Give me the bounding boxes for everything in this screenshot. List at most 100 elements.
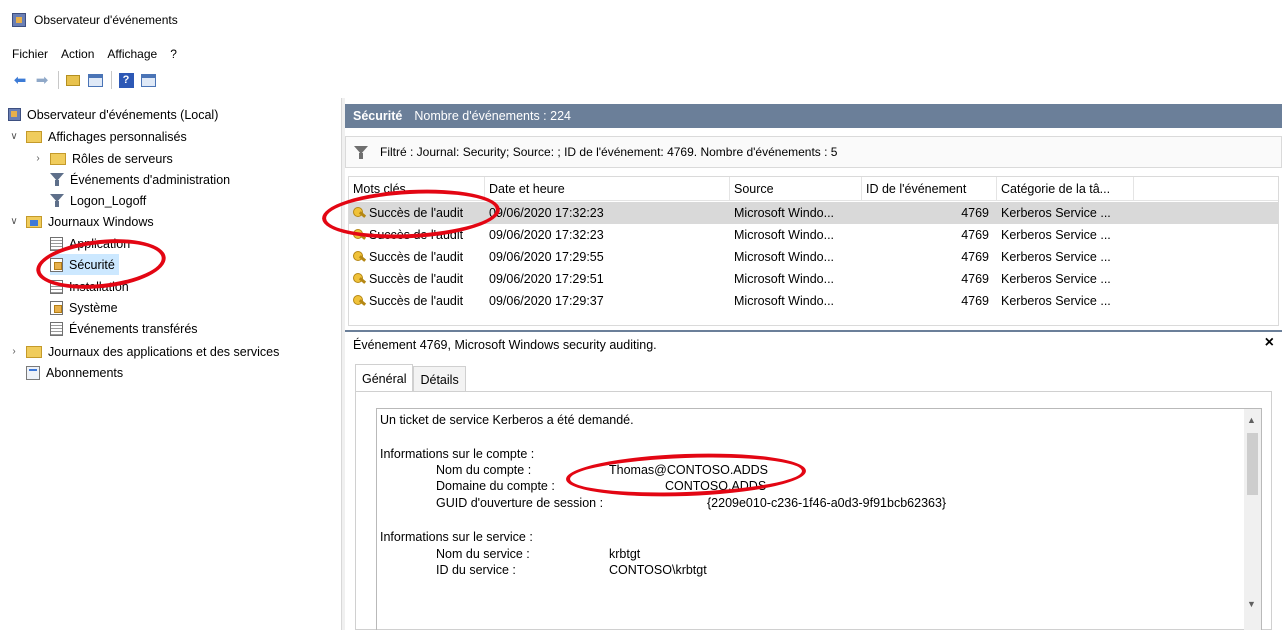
cell-event-id: 4769 xyxy=(961,272,989,286)
show-hide-tree-button[interactable] xyxy=(85,70,105,90)
cell-keyword: Succès de l'audit xyxy=(349,206,485,220)
tree-item-label: Abonnements xyxy=(46,365,124,380)
events-table: Mots clés Date et heure Source ID de l'é… xyxy=(348,176,1279,326)
toolbar-separator xyxy=(111,71,112,89)
event-viewer-icon xyxy=(12,13,26,27)
tree-item-server-roles[interactable]: › Rôles de serveurs xyxy=(32,148,172,169)
forward-button[interactable]: ➡ xyxy=(32,70,52,90)
tree-item-label: Observateur d'événements (Local) xyxy=(27,107,219,122)
up-folder-button[interactable] xyxy=(63,70,83,90)
cell-category: Kerberos Service ... xyxy=(1001,206,1111,220)
chevron-down-icon[interactable]: ∨ xyxy=(8,131,20,142)
tree-item-windows-logs[interactable]: ∨ Journaux Windows xyxy=(8,211,154,232)
account-name-value: Thomas@CONTOSO.ADDS xyxy=(609,463,769,477)
table-row[interactable]: Succès de l'audit 09/06/2020 17:29:55 Mi… xyxy=(349,246,1278,268)
tree-item-subscriptions[interactable]: Abonnements xyxy=(26,362,123,383)
cell-category: Kerberos Service ... xyxy=(1001,250,1111,264)
tree-item-label: Système xyxy=(69,300,118,315)
filter-bar: Filtré : Journal: Security; Source: ; ID… xyxy=(345,136,1282,168)
table-row[interactable]: Succès de l'audit 09/06/2020 17:29:37 Mi… xyxy=(349,290,1278,312)
tab-general[interactable]: Général xyxy=(355,364,414,392)
tree-item-logon-logoff[interactable]: Logon_Logoff xyxy=(50,190,146,211)
tree-item-security[interactable]: Sécurité xyxy=(50,254,119,275)
tree-item-system[interactable]: Système xyxy=(50,297,118,318)
cell-keyword: Succès de l'audit xyxy=(349,250,485,264)
menu-action[interactable]: Action xyxy=(61,47,94,61)
general-tab-panel: Un ticket de service Kerberos a été dema… xyxy=(355,391,1272,630)
tree-item-installation[interactable]: Installation xyxy=(50,276,129,297)
tree-item-label: Journaux Windows xyxy=(48,214,154,229)
column-keywords[interactable]: Mots clés xyxy=(349,177,485,201)
folder-up-icon xyxy=(66,74,80,86)
tree-item-application[interactable]: Application xyxy=(50,233,130,254)
event-description-box[interactable]: Un ticket de service Kerberos a été dema… xyxy=(376,408,1262,630)
account-domain-value: CONTOSO.ADDS xyxy=(665,479,767,493)
tree-item-label: Logon_Logoff xyxy=(70,193,147,208)
scroll-up-icon[interactable]: ▲ xyxy=(1247,415,1256,425)
tree-item-custom-views[interactable]: ∨ Affichages personnalisés xyxy=(8,126,187,147)
arrow-right-icon: ➡ xyxy=(35,71,49,89)
column-task-category[interactable]: Catégorie de la tâ... xyxy=(997,177,1134,201)
help-button[interactable]: ? xyxy=(116,70,136,90)
cell-datetime: 09/06/2020 17:32:23 xyxy=(489,228,604,242)
menu-file[interactable]: Fichier xyxy=(12,47,48,61)
tab-details[interactable]: Détails xyxy=(413,366,466,392)
column-date-time[interactable]: Date et heure xyxy=(485,177,730,201)
tree-item-root[interactable]: Observateur d'événements (Local) xyxy=(8,104,218,125)
column-event-id[interactable]: ID de l'événement xyxy=(862,177,997,201)
service-name-value: krbtgt xyxy=(609,547,641,561)
menu-view[interactable]: Affichage xyxy=(107,47,157,61)
cell-datetime: 09/06/2020 17:29:55 xyxy=(489,250,604,264)
table-row[interactable]: Succès de l'audit 09/06/2020 17:32:23 Mi… xyxy=(349,202,1278,224)
close-icon[interactable]: × xyxy=(1265,334,1274,352)
service-section-heading: Informations sur le service : xyxy=(380,530,533,544)
log-icon xyxy=(50,321,63,336)
filter-icon xyxy=(354,145,368,159)
service-id-label: ID du service : xyxy=(436,563,516,577)
vertical-scrollbar[interactable]: ▲ ▼ xyxy=(1244,409,1261,630)
action-pane-button[interactable] xyxy=(138,70,158,90)
cell-keyword: Succès de l'audit xyxy=(349,272,485,286)
keyword-text: Succès de l'audit xyxy=(369,206,464,220)
cell-datetime: 09/06/2020 17:29:51 xyxy=(489,272,604,286)
back-button[interactable]: ⬅ xyxy=(10,70,30,90)
cell-source: Microsoft Windo... xyxy=(734,228,835,242)
cell-category: Kerberos Service ... xyxy=(1001,294,1111,308)
folder-icon xyxy=(26,130,42,143)
service-name-label: Nom du service : xyxy=(436,547,530,561)
tree-item-label: Sécurité xyxy=(69,257,115,272)
results-pane: Sécurité Nombre d'événements : 224 Filtr… xyxy=(345,104,1282,630)
keyword-text: Succès de l'audit xyxy=(369,228,464,242)
filter-description: Filtré : Journal: Security; Source: ; ID… xyxy=(380,145,838,159)
cell-event-id: 4769 xyxy=(961,206,989,220)
tree-item-app-services-logs[interactable]: › Journaux des applications et des servi… xyxy=(8,341,279,362)
window-title: Observateur d'événements xyxy=(34,13,178,27)
system-log-icon xyxy=(50,300,63,315)
table-header: Mots clés Date et heure Source ID de l'é… xyxy=(349,177,1278,201)
table-row[interactable]: Succès de l'audit 09/06/2020 17:32:23 Mi… xyxy=(349,224,1278,246)
chevron-right-icon[interactable]: › xyxy=(32,153,44,164)
scroll-down-icon[interactable]: ▼ xyxy=(1247,599,1256,609)
tree-item-forwarded-events[interactable]: Événements transférés xyxy=(50,318,198,339)
keyword-text: Succès de l'audit xyxy=(369,294,464,308)
cell-category: Kerberos Service ... xyxy=(1001,272,1111,286)
scroll-thumb[interactable] xyxy=(1247,433,1258,495)
menu-help[interactable]: ? xyxy=(170,47,177,61)
chevron-down-icon[interactable]: ∨ xyxy=(8,216,20,227)
column-source[interactable]: Source xyxy=(730,177,862,201)
chevron-right-icon[interactable]: › xyxy=(8,346,20,357)
cell-datetime: 09/06/2020 17:32:23 xyxy=(489,206,604,220)
navigation-tree: Observateur d'événements (Local) ∨ Affic… xyxy=(8,104,338,630)
log-name: Sécurité xyxy=(353,109,403,123)
audit-success-key-icon xyxy=(353,229,367,241)
table-row[interactable]: Succès de l'audit 09/06/2020 17:29:51 Mi… xyxy=(349,268,1278,290)
cell-event-id: 4769 xyxy=(961,294,989,308)
tree-item-label: Affichages personnalisés xyxy=(48,129,187,144)
subscriptions-icon xyxy=(26,365,40,380)
cell-source: Microsoft Windo... xyxy=(734,294,835,308)
event-detail-title: Événement 4769, Microsoft Windows securi… xyxy=(353,338,657,352)
audit-success-key-icon xyxy=(353,251,367,263)
filter-icon xyxy=(50,194,64,207)
tree-item-admin-events[interactable]: Événements d'administration xyxy=(50,169,230,190)
cell-datetime: 09/06/2020 17:29:37 xyxy=(489,294,604,308)
